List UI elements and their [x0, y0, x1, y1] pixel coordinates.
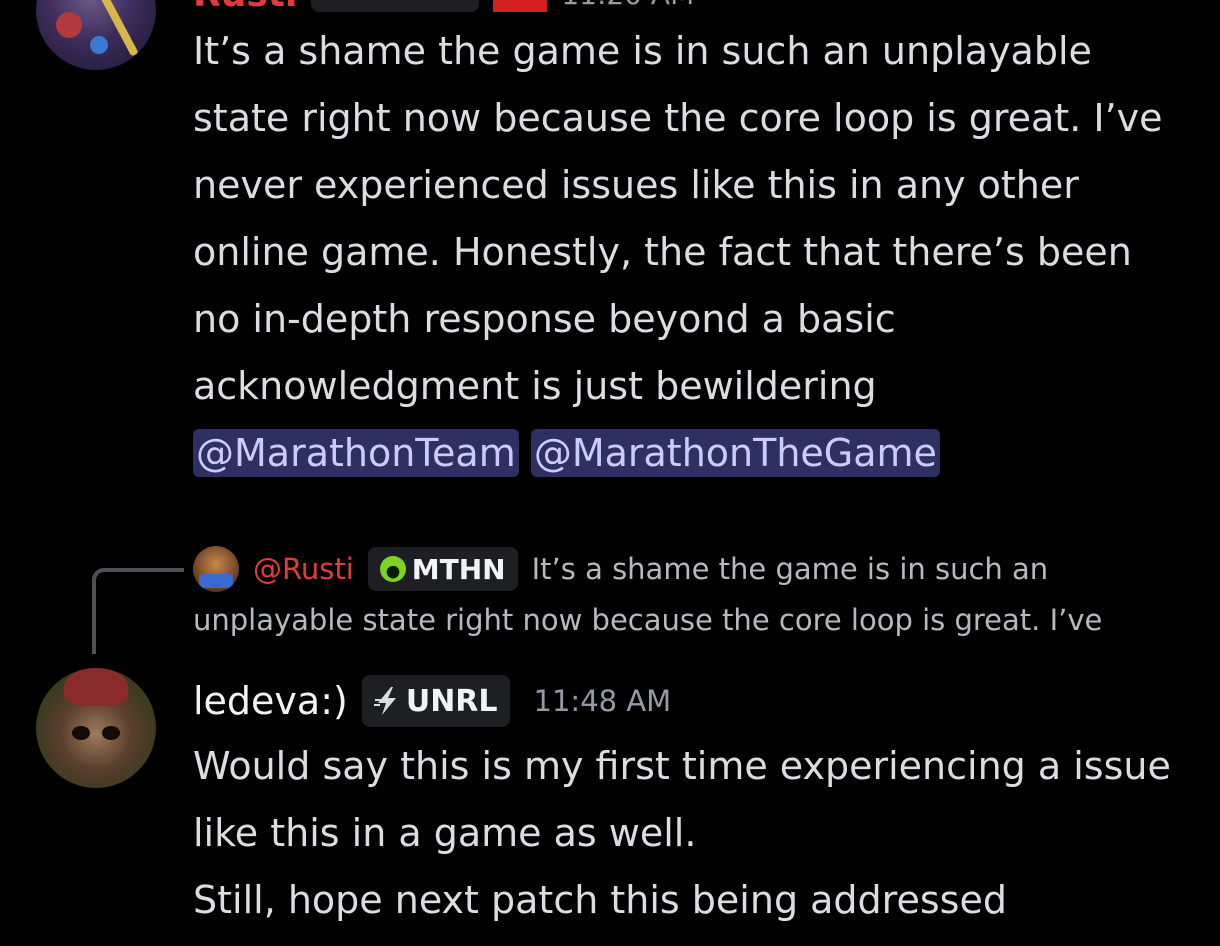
- guild-tag-unrl[interactable]: UNRL: [361, 675, 510, 727]
- message-text: Still, hope next patch this being addres…: [193, 878, 1007, 922]
- guild-tag-mthn[interactable]: MTHN: [367, 547, 518, 591]
- avatar-art: [90, 36, 108, 54]
- avatar-art: [102, 726, 120, 740]
- avatar-art: [72, 726, 90, 740]
- message-text: It’s a shame the game is in such an unpl…: [193, 29, 1163, 408]
- mention-marathon-the-game[interactable]: @MarathonTheGame: [530, 429, 940, 477]
- message-text: Would say this is my first time experien…: [193, 744, 1171, 855]
- timestamp[interactable]: 11:48 AM: [534, 684, 672, 718]
- message-header: Rusti 11:20 AM: [193, 0, 694, 13]
- reply-snippet[interactable]: It’s a shame the game is in such an: [532, 552, 1049, 586]
- reply-username[interactable]: @Rusti: [253, 552, 354, 586]
- avatar-art: [64, 668, 128, 706]
- avatar-ledeva[interactable]: [36, 668, 156, 788]
- guild-tag-label: UNRL: [405, 683, 498, 719]
- reply-connector: [92, 568, 184, 654]
- message-header: ledeva:) UNRL 11:48 AM: [193, 672, 671, 730]
- bolt-icon: [373, 687, 396, 715]
- reply-avatar[interactable]: [193, 546, 239, 592]
- username[interactable]: ledeva:): [193, 679, 348, 723]
- mthn-icon: [379, 556, 406, 582]
- message-content: It’s a shame the game is in such an unpl…: [193, 18, 1183, 487]
- mention-marathon-team[interactable]: @MarathonTeam: [193, 429, 519, 477]
- avatar-art: [56, 12, 82, 38]
- role-icon: [493, 0, 548, 12]
- reply-snippet-continued[interactable]: unplayable state right now because the c…: [193, 598, 1102, 642]
- avatar-rusti[interactable]: [36, 0, 156, 70]
- guild-tag-label: MTHN: [411, 552, 506, 586]
- timestamp[interactable]: 11:20 AM: [561, 0, 694, 12]
- role-badge[interactable]: [311, 0, 480, 12]
- reply-preview[interactable]: @Rusti MTHN It’s a shame the game is in …: [193, 546, 1048, 592]
- username[interactable]: Rusti: [193, 0, 297, 13]
- message-content: Would say this is my first time experien…: [193, 733, 1193, 934]
